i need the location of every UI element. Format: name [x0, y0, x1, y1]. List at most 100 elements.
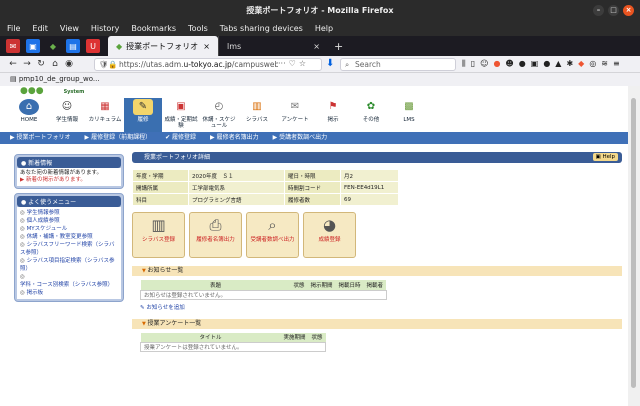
menu-label: 休講・スケジュール — [202, 117, 236, 129]
extension-icon[interactable]: ◉ — [62, 59, 76, 69]
notice-section-header[interactable]: お知らせ一覧 — [132, 266, 622, 276]
menu-label: アンケート — [281, 117, 309, 123]
menu-cancellation-schedule[interactable]: ◴ 休講・スケジュール — [200, 98, 238, 132]
menu-survey[interactable]: ✉ アンケート — [276, 98, 314, 132]
submenu-roster-output[interactable]: ▶ 履修者名簿出力 — [210, 132, 259, 144]
more-icon[interactable]: ··· — [278, 59, 286, 68]
submenu-label: 授業ポートフォリオ — [16, 134, 71, 141]
menu-registration[interactable]: ✎ 履修 — [124, 98, 162, 132]
submenu-label: 履修登録（前期課程） — [91, 134, 152, 141]
menu-home[interactable]: ⌂ HOME — [10, 98, 48, 132]
news-link[interactable]: ▶ 新着の掲示があります。 — [20, 177, 118, 184]
download-icon[interactable]: ⬇ — [326, 58, 334, 69]
forward-icon[interactable]: → — [20, 59, 34, 69]
addon-circle-icon[interactable]: ◎ — [589, 59, 596, 69]
lms-icon: ▩ — [404, 101, 414, 112]
menu-grades[interactable]: ▣ 成績・定期試験 — [162, 98, 200, 132]
addon-icon[interactable]: ☻ — [505, 59, 513, 69]
sidebar-item-cancellation[interactable]: 休講・補講・教室変更参照 — [20, 233, 118, 241]
menu-tabs-sharing[interactable]: Tabs sharing devices — [220, 21, 303, 36]
back-icon[interactable]: ← — [6, 59, 20, 69]
grade-chart-icon: ◕ — [322, 216, 337, 234]
sidebar-item-my-schedule[interactable]: MYスケジュール — [20, 225, 118, 233]
top-icon-menu: ⌂ HOME ☺ 学生情報 ▦ カリキュラム ✎ 履修 ▣ 成績・定期試験 ◴ 休講・スケジ… — [10, 98, 440, 132]
doc-pin-icon[interactable]: ▤ — [66, 39, 80, 53]
curriculum-icon: ▦ — [100, 101, 110, 112]
pocket-icon[interactable]: ♡ — [289, 59, 296, 68]
menu-lms[interactable]: ▩ LMS — [390, 98, 428, 132]
sidebar-icon[interactable]: ▯ — [471, 59, 475, 69]
menu-bookmarks[interactable]: Bookmarks — [131, 21, 176, 36]
addon-red-icon[interactable]: ● — [493, 59, 500, 69]
submenu-registration[interactable]: ✔ 履修登録 — [165, 132, 196, 144]
reload-icon[interactable]: ↻ — [34, 59, 48, 69]
menu-file[interactable]: File — [7, 21, 20, 36]
addon-orange-icon[interactable]: ◆ — [578, 59, 584, 69]
menu-help[interactable]: Help — [315, 21, 333, 36]
menu-label: その他 — [362, 117, 380, 123]
app-pin-icon[interactable]: ◆ — [46, 39, 60, 53]
account-icon[interactable]: ☺ — [480, 59, 488, 69]
menu-notice[interactable]: ⚑ 掲示 — [314, 98, 352, 132]
sidebar-item-bulletin[interactable]: 掲示板 — [20, 289, 118, 297]
menu-view[interactable]: View — [60, 21, 79, 36]
addon-puzzle-icon[interactable]: ✱ — [566, 59, 573, 69]
menu-student-info[interactable]: ☺ 学生情報 — [48, 98, 86, 132]
menu-curriculum[interactable]: ▦ カリキュラム — [86, 98, 124, 132]
info-value: FEN-EE4d19L1 — [340, 181, 399, 194]
library-icon[interactable]: ⫼ — [462, 59, 466, 69]
notice-title: お知らせ一覧 — [147, 267, 184, 274]
menu-tools[interactable]: Tools — [188, 21, 208, 36]
syllabus-register-button[interactable]: ▥ シラバス登録 — [132, 212, 185, 258]
menu-other[interactable]: ✿ その他 — [352, 98, 390, 132]
help-button[interactable]: ▣ Help — [592, 153, 618, 161]
menu-history[interactable]: History — [91, 21, 119, 36]
bookmark-item[interactable]: pmp10_de_group_wo... — [19, 75, 100, 83]
sidebar-item-syllabus-field[interactable]: シラバス項目指定検索（シラバス参照） — [20, 257, 118, 273]
submenu-registration-early[interactable]: ▶ 履修登録（前期課程） — [85, 132, 152, 144]
submenu-label: 履修登録 — [172, 134, 197, 141]
sidebar-item-student-info[interactable]: 学生情報参照 — [20, 209, 118, 217]
sidebar-item-syllabus-freeword[interactable]: シラバスフリーワード検索（シラバス参照） — [20, 241, 118, 257]
addon-ghost-icon[interactable]: ● — [519, 59, 526, 69]
submenu-attendee-count[interactable]: ▶ 受講者数調べ出力 — [273, 132, 328, 144]
column-header: タイトル — [140, 332, 281, 343]
grade-register-button[interactable]: ◕ 成績登録 — [303, 212, 356, 258]
tab-close-icon[interactable]: × — [203, 42, 210, 51]
syllabus-icon: ▥ — [252, 101, 262, 112]
home-icon[interactable]: ⌂ — [48, 59, 62, 69]
minimize-icon[interactable]: – — [593, 5, 604, 16]
submenu-portfolio[interactable]: ▶ 授業ポートフォリオ — [10, 132, 71, 144]
tab-close-icon[interactable]: × — [313, 42, 320, 51]
home-icon: ⌂ — [19, 99, 39, 115]
maximize-icon[interactable]: □ — [608, 5, 619, 16]
site-favicon-icon: ◆ — [116, 41, 123, 51]
search-input[interactable]: ⌕ Search — [340, 58, 456, 71]
addon-dark-icon[interactable]: ▲ — [555, 59, 561, 69]
add-notice-link[interactable]: ✎ お知らせを追加 — [140, 303, 622, 311]
hamburger-menu-icon[interactable]: ≡ — [613, 59, 620, 69]
tab-portfolio[interactable]: ◆ 授業ポートフォリオ × — [108, 36, 218, 56]
menu-syllabus[interactable]: ▥ シラバス — [238, 98, 276, 132]
sidebar-item-department-search[interactable]: 学科・コース別検索（シラバス参照） — [20, 273, 118, 289]
window-controls: – □ × — [593, 5, 634, 16]
office-pin-icon[interactable]: U — [86, 39, 100, 53]
menu-edit[interactable]: Edit — [32, 21, 48, 36]
addon-tile-icon[interactable]: ▣ — [531, 59, 539, 69]
sidebar-item-grades[interactable]: 個人成績参照 — [20, 217, 118, 225]
close-icon[interactable]: × — [623, 5, 634, 16]
scrollbar-thumb[interactable] — [631, 98, 636, 388]
new-tab-icon[interactable]: + — [334, 40, 343, 53]
attendee-count-button[interactable]: ⌕ 受講者数調べ出力 — [246, 212, 299, 258]
addon-grey-icon[interactable]: ● — [543, 59, 550, 69]
bookmark-star-icon[interactable]: ☆ — [299, 59, 306, 68]
survey-section-header[interactable]: 授業アンケート一覧 — [132, 318, 622, 329]
roster-output-button[interactable]: ⎙ 履修者名簿出力 — [189, 212, 242, 258]
addon-wave-icon[interactable]: ≋ — [601, 59, 608, 69]
tab-lms[interactable]: lms × — [218, 36, 328, 56]
gmail-pin-icon[interactable]: ✉ — [6, 39, 20, 53]
menu-label: 成績・定期試験 — [164, 117, 198, 129]
survey-icon: ✉ — [290, 101, 300, 112]
calendar-pin-icon[interactable]: ▣ — [26, 39, 40, 53]
column-header: 掲載日時 — [335, 280, 364, 290]
